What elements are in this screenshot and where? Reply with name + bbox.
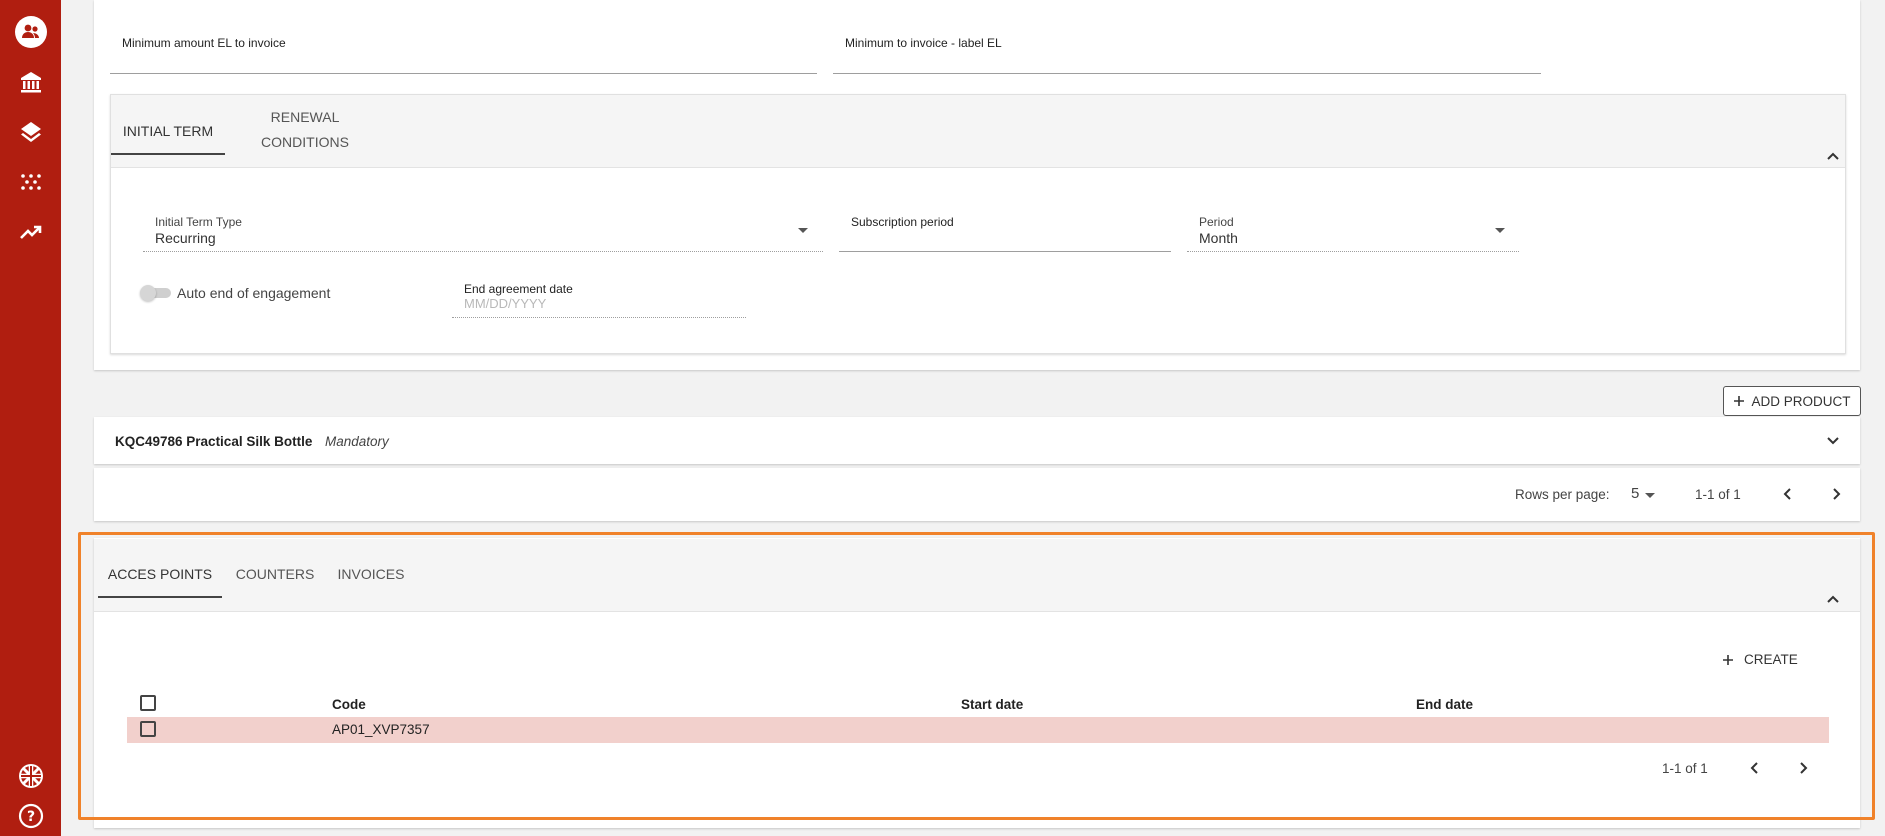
row-code: AP01_XVP7357 <box>332 722 430 737</box>
sidebar: ? <box>0 0 61 836</box>
period-label: Period <box>1199 215 1234 229</box>
add-product-label: ADD PRODUCT <box>1751 393 1851 409</box>
people-icon[interactable] <box>0 14 61 50</box>
rows-per-page-value[interactable]: 5 <box>1631 485 1639 502</box>
rows-per-page-caret-icon[interactable] <box>1645 493 1655 498</box>
plus-icon <box>1734 396 1745 406</box>
access-pager-range: 1-1 of 1 <box>1662 761 1708 776</box>
period-select[interactable] <box>1187 251 1519 252</box>
end-agreement-date-underline <box>452 317 746 318</box>
auto-end-toggle-knob[interactable] <box>140 285 156 301</box>
access-prev-page-chevron-left-icon[interactable] <box>1747 760 1763 776</box>
column-header-code: Code <box>332 697 366 712</box>
create-label: CREATE <box>1744 652 1798 667</box>
tab-initial-term[interactable]: INITIAL TERM <box>111 119 225 143</box>
collapse-terms-chevron-up-icon[interactable] <box>1825 150 1841 162</box>
trending-up-icon[interactable] <box>0 214 61 250</box>
plus-icon <box>1723 654 1733 665</box>
add-product-button[interactable]: ADD PRODUCT <box>1723 386 1861 416</box>
layers-icon[interactable] <box>0 114 61 150</box>
terms-tab-bar <box>111 95 1845 168</box>
min-label-input[interactable] <box>833 73 1541 74</box>
min-amount-label: Minimum amount EL to invoice <box>122 36 286 50</box>
initial-term-type-value: Recurring <box>155 230 216 246</box>
column-header-start-date: Start date <box>961 697 1024 712</box>
expand-product-chevron-down-icon[interactable] <box>1825 435 1841 447</box>
initial-term-type-dropdown-caret-icon[interactable] <box>798 228 808 233</box>
rows-per-page-label: Rows per page: <box>1515 487 1610 502</box>
initial-term-type-select[interactable] <box>143 251 823 252</box>
collapse-access-points-chevron-up-icon[interactable] <box>1825 593 1841 605</box>
bank-icon[interactable] <box>0 64 61 100</box>
tab-active-indicator <box>111 153 225 155</box>
tab-counters[interactable]: COUNTERS <box>230 562 320 586</box>
auto-end-label: Auto end of engagement <box>177 285 331 301</box>
bottom-tab-active-indicator <box>98 596 222 598</box>
row-checkbox[interactable] <box>140 721 156 737</box>
product-mandatory-tag: Mandatory <box>325 434 389 449</box>
access-next-page-chevron-right-icon[interactable] <box>1795 760 1811 776</box>
tab-renewal-conditions[interactable]: RENEWAL CONDITIONS <box>250 105 360 155</box>
subscription-period-input[interactable] <box>839 251 1171 252</box>
tab-renewal-line2: CONDITIONS <box>261 134 349 150</box>
min-label-label: Minimum to invoice - label EL <box>845 36 1002 50</box>
tab-access-points[interactable]: ACCES POINTS <box>98 562 222 586</box>
initial-term-type-label: Initial Term Type <box>155 215 242 229</box>
product-code: KQC49786 Practical Silk Bottle <box>115 434 313 449</box>
column-header-end-date: End date <box>1416 697 1474 712</box>
products-pager-range: 1-1 of 1 <box>1695 487 1741 502</box>
select-all-checkbox[interactable] <box>140 695 156 711</box>
svg-text:?: ? <box>26 809 34 825</box>
end-agreement-date-label: End agreement date <box>464 282 573 296</box>
period-dropdown-caret-icon[interactable] <box>1495 228 1505 233</box>
tab-renewal-line1: RENEWAL <box>270 109 340 125</box>
create-button[interactable]: CREATE <box>1722 652 1798 667</box>
period-value: Month <box>1199 230 1238 246</box>
uk-flag-icon[interactable] <box>0 758 61 794</box>
tab-invoices[interactable]: INVOICES <box>330 562 412 586</box>
min-amount-input[interactable] <box>110 73 817 74</box>
products-next-page-chevron-right-icon[interactable] <box>1828 486 1844 502</box>
subscription-period-label: Subscription period <box>851 215 954 229</box>
end-agreement-date-input[interactable]: MM/DD/YYYY <box>464 296 546 311</box>
help-icon[interactable]: ? <box>0 798 61 834</box>
dots-grid-icon[interactable] <box>0 164 61 200</box>
products-prev-page-chevron-left-icon[interactable] <box>1780 486 1796 502</box>
